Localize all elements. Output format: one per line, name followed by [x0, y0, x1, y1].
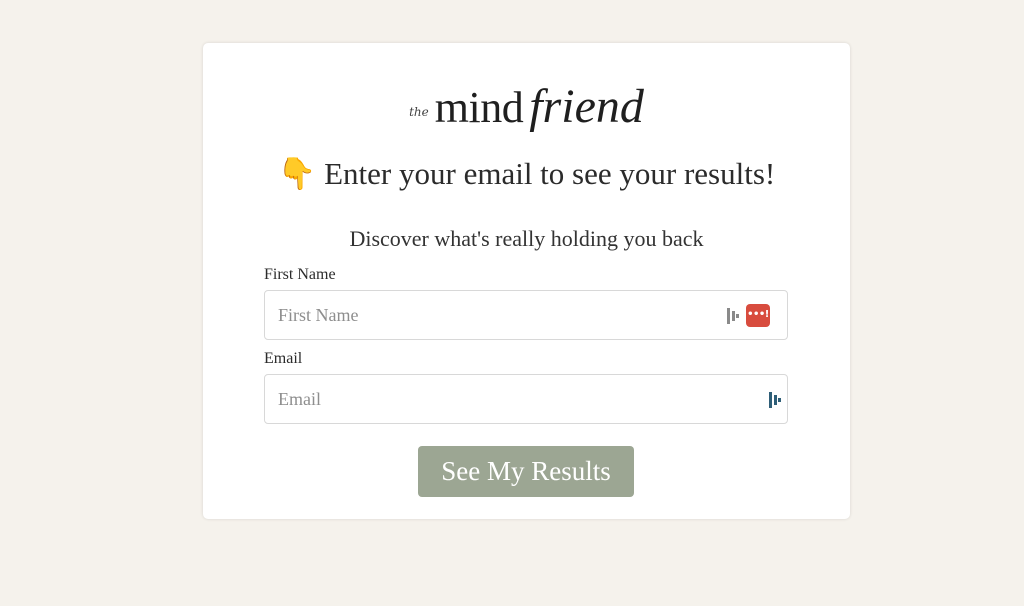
email-input[interactable] [265, 375, 787, 423]
see-my-results-button[interactable]: See My Results [418, 446, 634, 497]
autofill-extension-icon[interactable] [727, 308, 739, 324]
email-label: Email [264, 350, 303, 367]
signup-card: the mind friend 👇 Enter your email to see … [203, 43, 850, 519]
first-name-input[interactable] [265, 291, 787, 339]
first-name-label: First Name [264, 266, 336, 283]
logo: the mind friend [203, 79, 850, 135]
logo-mind: mind [434, 83, 524, 132]
page-title: 👇 Enter your email to see your results! [203, 155, 850, 192]
first-name-field-wrapper: •••! [264, 290, 788, 340]
password-manager-icon[interactable]: •••! [746, 304, 770, 327]
logo-friend: friend [529, 80, 644, 133]
logo-the: the [409, 105, 429, 119]
pointing-down-emoji-icon: 👇 [277, 156, 317, 191]
email-field-wrapper [264, 374, 788, 424]
autofill-extension-icon[interactable] [769, 392, 781, 408]
page-subtitle: Discover what's really holding you back [349, 226, 704, 251]
page-title-text: Enter your email to see your results! [324, 156, 776, 191]
